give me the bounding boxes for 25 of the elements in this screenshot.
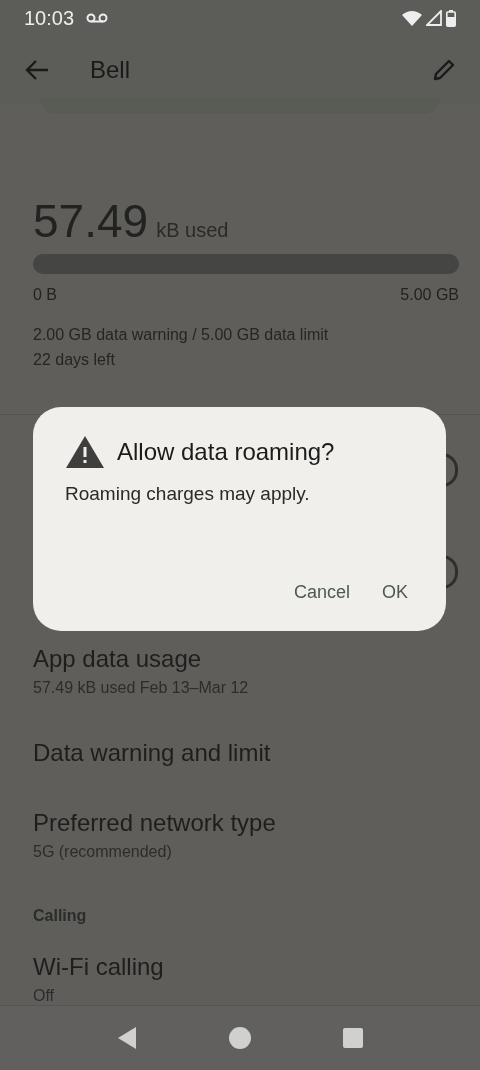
- bar-max-label: 5.00 GB: [400, 286, 459, 304]
- setting-title[interactable]: Data warning and limit: [33, 739, 447, 767]
- recents-button[interactable]: [342, 1027, 364, 1049]
- page-title: Bell: [90, 56, 132, 84]
- voicemail-icon: [86, 12, 109, 24]
- setting-title[interactable]: Preferred network type: [33, 809, 447, 837]
- signal-icon: [426, 10, 442, 26]
- days-left-text: 22 days left: [33, 350, 116, 370]
- status-time: 10:03: [24, 6, 75, 30]
- wifi-icon: [402, 10, 422, 26]
- dialog-message: Roaming charges may apply.: [65, 483, 311, 505]
- setting-title[interactable]: Wi-Fi calling: [33, 953, 447, 981]
- data-warning-text: 2.00 GB data warning / 5.00 GB data limit: [33, 325, 330, 345]
- edit-button[interactable]: [432, 58, 456, 82]
- warning-icon: [65, 435, 105, 469]
- battery-icon: [446, 9, 456, 27]
- dialog-button[interactable]: OK: [376, 574, 414, 611]
- setting-title[interactable]: App data usage: [33, 645, 447, 673]
- home-button[interactable]: [228, 1026, 252, 1050]
- back-button[interactable]: [24, 59, 50, 81]
- bar-min-label: 0 B: [33, 286, 57, 304]
- dialog-title: Allow data roaming?: [117, 438, 335, 466]
- usage-amount: 57.49: [33, 194, 149, 248]
- dialog-button[interactable]: Cancel: [287, 574, 356, 611]
- back-nav-button[interactable]: [116, 1026, 138, 1050]
